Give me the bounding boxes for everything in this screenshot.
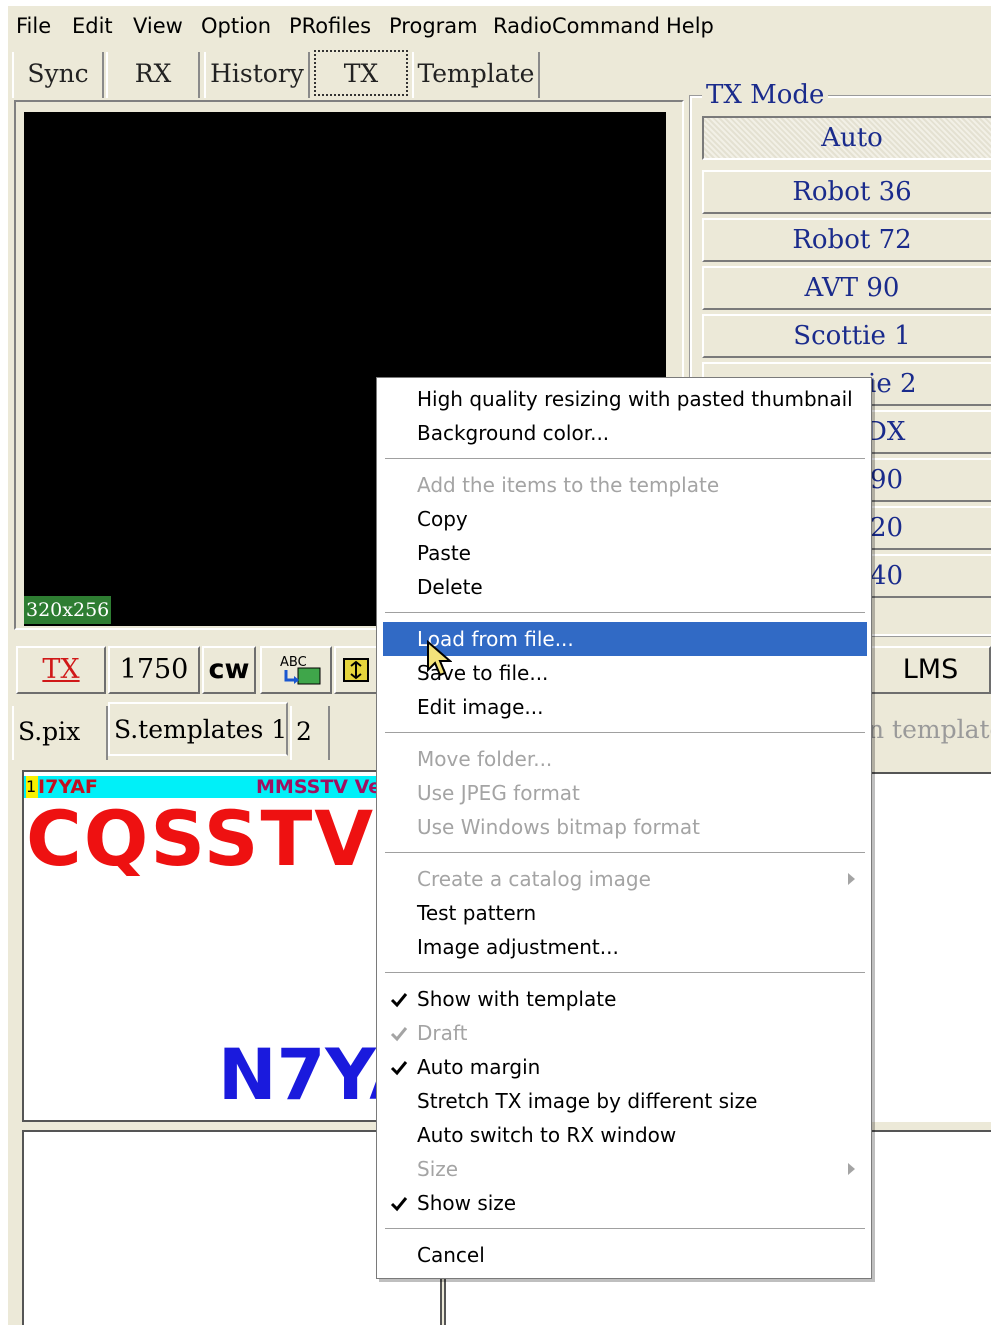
text-image-icon[interactable]: ABC [260, 646, 332, 694]
tab-history[interactable]: History [204, 52, 310, 98]
tab-template[interactable]: Template [412, 52, 540, 98]
menu-item-high-quality-resizing[interactable]: High quality resizing with pasted thumbn… [377, 382, 867, 416]
menu-item-label: Show with template [417, 987, 617, 1011]
menu-bar: File Edit View Option PRofiles Program R… [8, 6, 991, 48]
menu-item-copy[interactable]: Copy [377, 502, 867, 536]
template-thumbnail-5[interactable] [868, 1130, 991, 1325]
menu-separator [385, 732, 865, 734]
menu-separator [385, 852, 865, 854]
mode-button-scottie1[interactable]: Scottie 1 [702, 314, 991, 358]
menu-item-auto-margin[interactable]: Auto margin [377, 1050, 867, 1084]
context-menu: High quality resizing with pasted thumbn… [376, 377, 872, 1279]
menu-item-auto-switch-rx[interactable]: Auto switch to RX window [377, 1118, 867, 1152]
menu-item-label: Size [417, 1157, 459, 1181]
submenu-arrow-icon [848, 1163, 855, 1175]
menu-item-move-folder: Move folder... [417, 747, 553, 771]
resize-icon[interactable] [334, 646, 378, 694]
checkmark-icon [390, 1197, 408, 1212]
image-size-label: 320x256 [24, 596, 112, 624]
menu-item-create-catalog: Create a catalog image [377, 862, 867, 896]
mode-button-label: ie 2 [868, 369, 917, 399]
tab-sync[interactable]: Sync [12, 52, 104, 98]
menu-item-add-to-template: Add the items to the template [417, 473, 720, 497]
menu-separator [385, 1228, 865, 1230]
frequency-button[interactable]: 1750 [108, 646, 200, 694]
menu-profiles[interactable]: PRofiles [289, 6, 371, 48]
menu-item-use-jpeg: Use JPEG format [417, 781, 580, 805]
menu-item-stretch-tx-image[interactable]: Stretch TX image by different size [377, 1084, 867, 1118]
menu-item-show-with-template[interactable]: Show with template [377, 982, 867, 1016]
thumbnail-cqsstv-text: CQSSTV [26, 794, 376, 883]
template-label: n template [868, 715, 991, 744]
template-thumbnail-4[interactable] [868, 772, 991, 1122]
menu-item-label: Draft [417, 1021, 468, 1045]
tx-button[interactable]: TX [16, 646, 106, 694]
tab-tx[interactable]: TX [314, 50, 408, 96]
tab-spix[interactable]: S.pix [12, 706, 108, 760]
mode-button-auto[interactable]: Auto [702, 116, 991, 160]
tab-stemplates-1[interactable]: S.templates 1 [108, 702, 288, 756]
menu-item-edit-image[interactable]: Edit image... [377, 690, 867, 724]
mode-button-label: 90 [870, 465, 904, 495]
menu-edit[interactable]: Edit [72, 6, 113, 48]
mode-button-label: 40 [870, 561, 904, 591]
tab-rx[interactable]: RX [106, 52, 200, 98]
mode-button-avt90[interactable]: AVT 90 [702, 266, 991, 310]
menu-item-show-size[interactable]: Show size [377, 1186, 867, 1220]
submenu-arrow-icon [848, 873, 855, 885]
menu-item-background-color[interactable]: Background color... [377, 416, 867, 450]
lms-button[interactable]: LMS [870, 646, 991, 694]
menu-item-label: Show size [417, 1191, 517, 1215]
mode-button-robot36[interactable]: Robot 36 [702, 170, 991, 214]
checkmark-icon [390, 993, 408, 1008]
menu-item-test-pattern[interactable]: Test pattern [377, 896, 867, 930]
menu-separator [385, 972, 865, 974]
menu-item-draft: Draft [377, 1016, 867, 1050]
menu-item-label: Auto margin [417, 1055, 541, 1079]
checkmark-icon [390, 1027, 408, 1042]
menu-item-load-from-file[interactable]: Load from file... [383, 622, 867, 656]
tx-mode-title: TX Mode [702, 80, 829, 110]
menu-separator [385, 612, 865, 614]
menu-item-size: Size [377, 1152, 867, 1186]
menu-separator [385, 458, 865, 460]
mode-button-robot72[interactable]: Robot 72 [702, 218, 991, 262]
menu-item-cancel[interactable]: Cancel [377, 1238, 867, 1272]
menu-item-image-adjustment[interactable]: Image adjustment... [377, 930, 867, 964]
menu-item-label: Create a catalog image [417, 867, 651, 891]
menu-radiocommand[interactable]: RadioCommand [493, 6, 660, 48]
menu-option[interactable]: Option [201, 6, 271, 48]
mouse-cursor-icon [427, 640, 452, 677]
menu-view[interactable]: View [133, 6, 183, 48]
tab-2[interactable]: 2 [290, 706, 330, 760]
menu-help[interactable]: Help [666, 6, 714, 48]
menu-file[interactable]: File [16, 6, 51, 48]
menu-item-paste[interactable]: Paste [377, 536, 867, 570]
cw-button[interactable]: cw [202, 646, 256, 694]
menu-item-use-bitmap: Use Windows bitmap format [417, 815, 700, 839]
mode-button-label: 20 [870, 513, 904, 543]
menu-item-delete[interactable]: Delete [377, 570, 867, 604]
checkmark-icon [390, 1061, 408, 1076]
menu-program[interactable]: Program [389, 6, 478, 48]
